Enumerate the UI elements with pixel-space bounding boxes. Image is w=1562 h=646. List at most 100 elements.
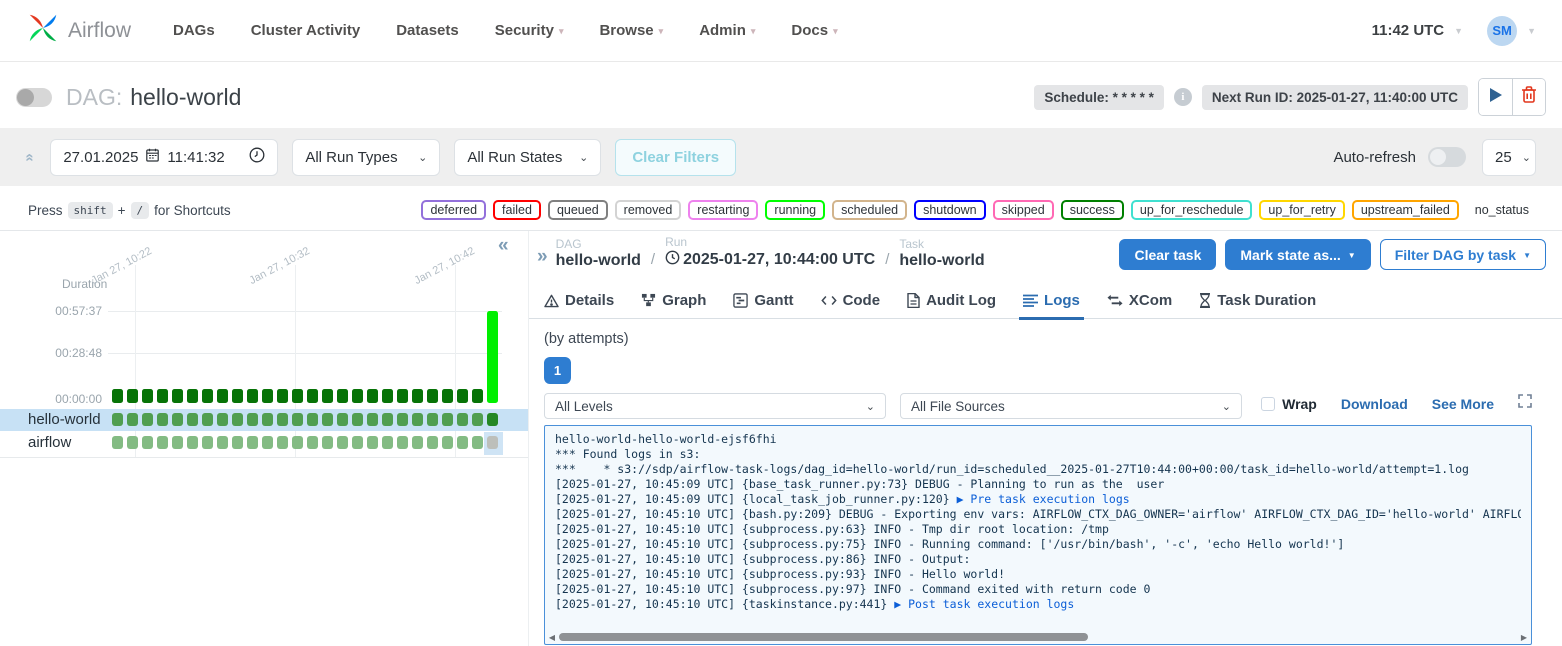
- run-bar-success[interactable]: [292, 389, 303, 403]
- run-bar-success[interactable]: [307, 389, 318, 403]
- mark-state-button[interactable]: Mark state as... ▼: [1225, 239, 1370, 270]
- scrollbar-track[interactable]: [557, 632, 1519, 642]
- run-bar-success[interactable]: [442, 389, 453, 403]
- attempt-1-button[interactable]: 1: [544, 357, 571, 384]
- task-instance-square[interactable]: [142, 436, 153, 449]
- run-bar-success[interactable]: [217, 389, 228, 403]
- legend-badge-scheduled[interactable]: scheduled: [832, 200, 907, 220]
- file-source-select[interactable]: All File Sources ⌄: [900, 393, 1242, 419]
- run-bar-success[interactable]: [352, 389, 363, 403]
- run-bar-success[interactable]: [247, 389, 258, 403]
- task-instance-square[interactable]: [277, 436, 288, 449]
- task-instance-square[interactable]: [412, 436, 423, 449]
- scroll-right-icon[interactable]: ▶: [1519, 633, 1529, 642]
- log-group-link[interactable]: ▶ Pre task execution logs: [957, 492, 1130, 506]
- scrollbar-thumb[interactable]: [559, 633, 1088, 641]
- clear-filters-button[interactable]: Clear Filters: [615, 139, 736, 176]
- tab-graph[interactable]: Graph: [641, 283, 706, 319]
- clear-task-button[interactable]: Clear task: [1119, 239, 1216, 270]
- task-instance-square[interactable]: [112, 413, 123, 426]
- page-size-select[interactable]: 25 ⌄: [1482, 139, 1536, 176]
- task-instance-square[interactable]: [457, 436, 468, 449]
- legend-badge-up-for-reschedule[interactable]: up_for_reschedule: [1131, 200, 1253, 220]
- task-instance-square[interactable]: [337, 413, 348, 426]
- run-bar-success[interactable]: [112, 389, 123, 403]
- legend-badge-upstream-failed[interactable]: upstream_failed: [1352, 200, 1459, 220]
- task-instance-square[interactable]: [142, 413, 153, 426]
- task-instance-square[interactable]: [352, 413, 363, 426]
- task-instance-square[interactable]: [262, 436, 273, 449]
- task-row-label[interactable]: hello-world: [28, 411, 101, 428]
- run-datetime-input[interactable]: 27.01.2025 11:41:32: [50, 139, 278, 176]
- task-instance-square[interactable]: [337, 436, 348, 449]
- nav-item-admin[interactable]: Admin▾: [699, 22, 755, 39]
- tab-details[interactable]: Details: [544, 283, 614, 319]
- collapse-panel-icon[interactable]: «: [498, 235, 509, 257]
- run-bar-success[interactable]: [232, 389, 243, 403]
- legend-badge-shutdown[interactable]: shutdown: [914, 200, 986, 220]
- run-bar-success[interactable]: [472, 389, 483, 403]
- task-instance-square[interactable]: [427, 413, 438, 426]
- nav-item-docs[interactable]: Docs▾: [791, 22, 837, 39]
- task-instance-square[interactable]: [427, 436, 438, 449]
- task-instance-square[interactable]: [367, 413, 378, 426]
- task-instance-square[interactable]: [277, 413, 288, 426]
- tab-xcom[interactable]: XCom: [1107, 283, 1172, 319]
- legend-badge-up-for-retry[interactable]: up_for_retry: [1259, 200, 1344, 220]
- log-group-link[interactable]: ▶ Post task execution logs: [894, 597, 1074, 611]
- fullscreen-icon[interactable]: [1518, 394, 1532, 413]
- task-instance-square[interactable]: [172, 436, 183, 449]
- breadcrumb-dag[interactable]: DAG hello-world: [556, 237, 641, 270]
- nav-item-datasets[interactable]: Datasets: [396, 22, 459, 39]
- run-bar-success[interactable]: [337, 389, 348, 403]
- task-instance-square[interactable]: [247, 413, 258, 426]
- run-bar-success[interactable]: [142, 389, 153, 403]
- run-bar-success[interactable]: [172, 389, 183, 403]
- info-icon[interactable]: i: [1174, 88, 1192, 106]
- legend-badge-success[interactable]: success: [1061, 200, 1124, 220]
- legend-badge-queued[interactable]: queued: [548, 200, 608, 220]
- task-instance-square[interactable]: [262, 413, 273, 426]
- filter-dag-by-task-button[interactable]: Filter DAG by task ▼: [1380, 239, 1546, 270]
- task-instance-square[interactable]: [472, 436, 483, 449]
- see-more-link[interactable]: See More: [1432, 396, 1494, 412]
- task-instance-square[interactable]: [442, 436, 453, 449]
- nav-item-cluster-activity[interactable]: Cluster Activity: [251, 22, 360, 39]
- breadcrumb-task[interactable]: Task hello-world: [899, 237, 984, 270]
- horizontal-scrollbar[interactable]: ◀ ▶: [547, 631, 1529, 643]
- expand-panel-icon[interactable]: »: [537, 246, 548, 268]
- task-instance-square[interactable]: [322, 436, 333, 449]
- run-bar-success[interactable]: [262, 389, 273, 403]
- tab-audit-log[interactable]: Audit Log: [907, 283, 996, 319]
- collapse-filters-icon[interactable]: «: [22, 153, 39, 161]
- run-states-select[interactable]: All Run States ⌄: [454, 139, 601, 176]
- task-instance-square[interactable]: [202, 413, 213, 426]
- nav-item-dags[interactable]: DAGs: [173, 22, 215, 39]
- task-instance-square[interactable]: [487, 413, 498, 426]
- nav-item-browse[interactable]: Browse▾: [599, 22, 663, 39]
- task-instance-square[interactable]: [307, 413, 318, 426]
- task-instance-square[interactable]: [397, 436, 408, 449]
- task-instance-square[interactable]: [217, 413, 228, 426]
- task-instance-square[interactable]: [292, 413, 303, 426]
- run-bar-success[interactable]: [322, 389, 333, 403]
- scroll-left-icon[interactable]: ◀: [547, 633, 557, 642]
- log-level-select[interactable]: All Levels ⌄: [544, 393, 886, 419]
- legend-badge-running[interactable]: running: [765, 200, 825, 220]
- nav-item-security[interactable]: Security▾: [495, 22, 564, 39]
- run-bar-success[interactable]: [157, 389, 168, 403]
- dag-pause-toggle[interactable]: [16, 88, 52, 107]
- task-instance-square[interactable]: [322, 413, 333, 426]
- task-instance-square[interactable]: [127, 413, 138, 426]
- airflow-brand[interactable]: Airflow: [26, 11, 131, 50]
- run-bar-success[interactable]: [457, 389, 468, 403]
- run-bar-success[interactable]: [397, 389, 408, 403]
- task-instance-square[interactable]: [112, 436, 123, 449]
- task-instance-square[interactable]: [367, 436, 378, 449]
- trigger-dag-button[interactable]: [1479, 79, 1512, 115]
- task-instance-square[interactable]: [472, 413, 483, 426]
- task-instance-square[interactable]: [217, 436, 228, 449]
- run-bar-success[interactable]: [127, 389, 138, 403]
- task-instance-square[interactable]: [487, 436, 498, 449]
- task-instance-square[interactable]: [232, 413, 243, 426]
